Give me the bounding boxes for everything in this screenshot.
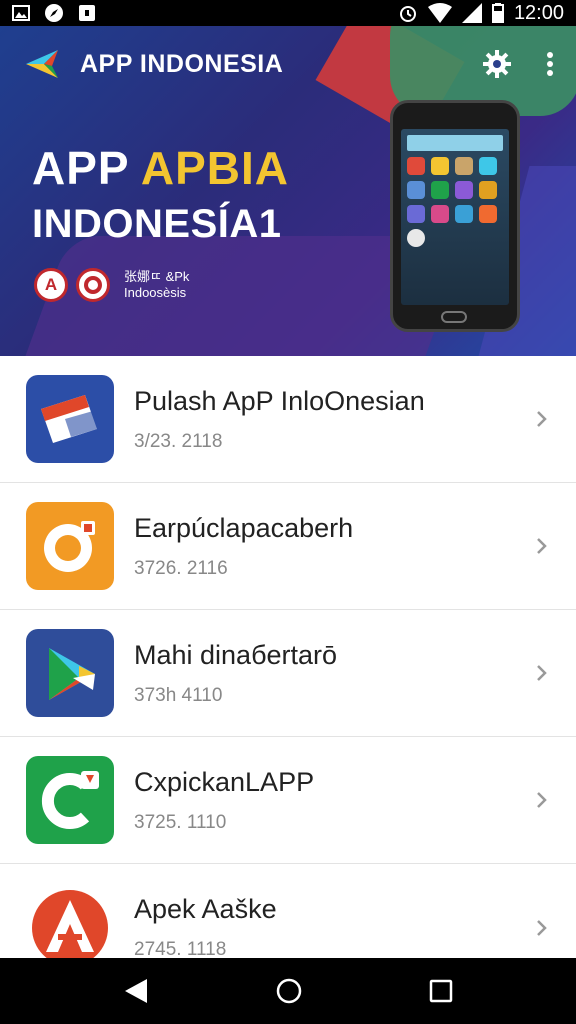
app-meta: 373h 4110 — [134, 684, 223, 706]
hero-badges: A 张娜ㄸ &Pk Indoosèsis — [34, 268, 189, 302]
signal-icon — [461, 3, 482, 23]
recents-icon[interactable] — [429, 979, 453, 1003]
hero-title-line1: APP APBIA — [32, 141, 289, 195]
pulsa-ticket-icon — [26, 375, 114, 463]
alarm-icon — [399, 6, 416, 22]
hero-title-line2: INDONESÍA1 — [32, 202, 282, 246]
app-name: Mahi dinaбertarō — [134, 639, 338, 670]
phone-app-icon — [479, 157, 497, 175]
app-logo-icon — [26, 50, 58, 78]
phone-app-icon — [431, 181, 449, 199]
notification-icon — [79, 5, 95, 21]
phone-app-icon — [479, 205, 497, 223]
chevron-right-icon — [537, 538, 547, 554]
hero-title-part2: APBIA — [140, 142, 289, 194]
phone-app-icon — [455, 205, 473, 223]
phone-app-icon — [455, 181, 473, 199]
gallery-icon — [12, 5, 30, 21]
overflow-menu-icon[interactable] — [546, 51, 554, 77]
chevron-right-icon — [537, 665, 547, 681]
app-name: CxpickanLAPP — [134, 766, 315, 797]
badge-caption-line2: Indoosèsis — [124, 285, 187, 300]
wifi-icon — [427, 3, 452, 23]
hero-title-part1: APP — [32, 142, 129, 194]
phone-app-icon — [407, 205, 425, 223]
chevron-right-icon — [537, 792, 547, 808]
settings-icon[interactable] — [482, 49, 512, 79]
list-item[interactable]: Pulash ApP InloOnesian 3/23. 2118 — [0, 356, 576, 483]
phone-app-icon — [431, 157, 449, 175]
seal-icon — [76, 268, 110, 302]
status-time: 12:00 — [513, 1, 564, 24]
app-meta: 3/23. 2118 — [134, 430, 223, 452]
orange-camera-icon — [26, 502, 114, 590]
app-list: Pulash ApP InloOnesian 3/23. 2118 Earpúc… — [0, 356, 576, 991]
app-bar: APP INDONESIA — [0, 26, 576, 102]
app-name: Earpúclapacaberh — [134, 512, 354, 543]
back-icon[interactable] — [123, 977, 149, 1005]
badge-a-icon: A — [34, 268, 68, 302]
phone-screen — [401, 129, 509, 305]
navigation-bar — [0, 958, 576, 1024]
list-item[interactable]: Mahi dinaбertarō 373h 4110 — [0, 610, 576, 737]
phone-illustration — [390, 100, 520, 332]
badge-caption: 张娜ㄸ &Pk Indoosèsis — [124, 269, 189, 301]
badge-a-letter: A — [44, 275, 58, 294]
battery-icon — [491, 3, 504, 23]
phone-app-grid — [407, 157, 497, 247]
phone-home-button — [441, 311, 467, 323]
badge-caption-line1: 张娜ㄸ &Pk — [124, 269, 190, 284]
status-bar: 12:00 — [0, 0, 576, 26]
play-triangle-icon — [26, 629, 114, 717]
list-item[interactable]: Earpúclapacaberh 3726. 2116 — [0, 483, 576, 610]
phone-app-icon — [407, 229, 425, 247]
hero-banner: APP INDONESIA APP APBIA INDONESÍA1 A 张娜ㄸ… — [0, 26, 576, 356]
phone-app-icon — [455, 157, 473, 175]
phone-app-icon — [479, 181, 497, 199]
compass-icon — [45, 4, 63, 22]
phone-app-icon — [407, 157, 425, 175]
phone-app-icon — [407, 181, 425, 199]
chevron-right-icon — [537, 919, 547, 936]
app-meta: 3725. 1110 — [134, 811, 227, 833]
app-meta: 3726. 2116 — [134, 557, 228, 579]
app-title: APP INDONESIA — [80, 49, 284, 78]
phone-app-icon — [431, 205, 449, 223]
phone-search-bar — [407, 135, 503, 151]
app-name: Pulash ApP InloOnesian — [134, 385, 425, 416]
list-item[interactable]: CxpickanLAPP 3725. 1110 — [0, 737, 576, 864]
chevron-right-icon — [537, 411, 547, 427]
app-name: Apek Aaške — [134, 894, 277, 924]
home-icon[interactable] — [275, 977, 303, 1005]
green-c-icon — [26, 756, 114, 844]
